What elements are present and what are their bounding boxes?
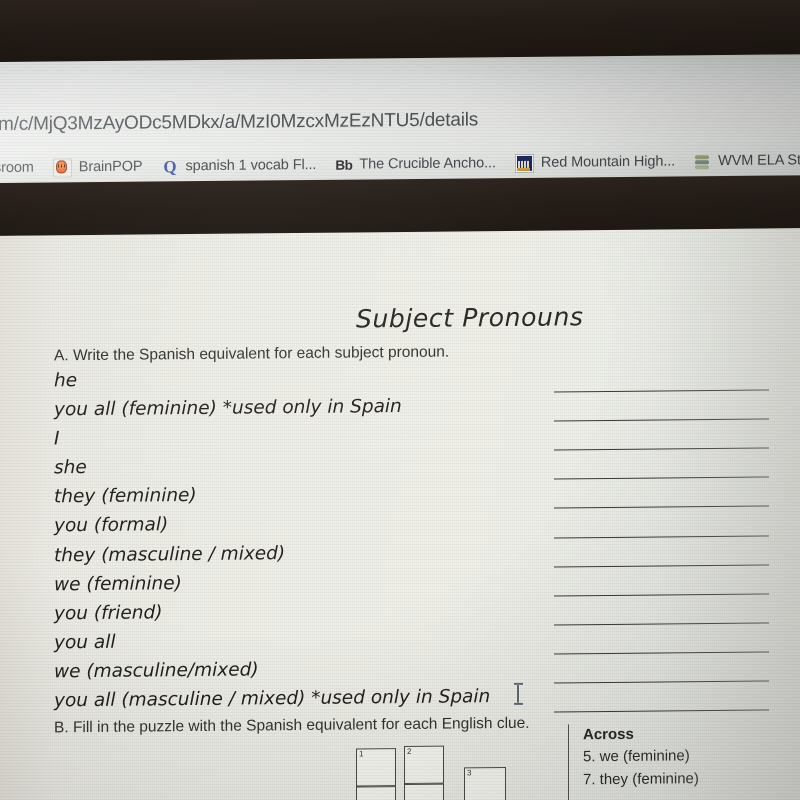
bookmark-classroom-label: sroom	[0, 159, 34, 177]
clue-item: 5. we (feminine)	[583, 747, 690, 766]
answer-line	[554, 512, 784, 543]
crossword-cell-2-below[interactable]	[404, 783, 444, 800]
clue-item: 7. they (feminine)	[583, 770, 699, 789]
crossword-cell-2[interactable]: 2	[404, 745, 444, 784]
crossword-cell-number: 1	[359, 749, 364, 759]
section-a-instruction: A. Write the Spanish equivalent for each…	[54, 343, 450, 365]
pronoun-list: he you all (feminine) *used only in Spai…	[54, 361, 574, 715]
photographed-screen: m/c/MjQ3MzAyODc5MDkx/a/MzI0MzcxMzEzNTU5/…	[0, 0, 800, 800]
answer-rule	[554, 505, 769, 510]
quizlet-icon: Q	[163, 156, 177, 176]
answer-line	[554, 599, 784, 630]
answer-rule	[554, 447, 769, 451]
answer-rule	[554, 476, 769, 480]
wvm-books-icon	[694, 153, 711, 170]
bookmark-brainpop-label: BrainPOP	[78, 158, 143, 176]
answer-rule	[554, 651, 769, 655]
crossword-cell-1-below[interactable]	[356, 786, 396, 800]
answer-rule	[554, 680, 769, 684]
crossword-cell-1[interactable]: 1	[356, 748, 396, 787]
answer-line	[554, 483, 784, 514]
bookmark-quizlet[interactable]: Q spanish 1 vocab Fl...	[155, 154, 329, 177]
page-title: Subject Pronouns	[356, 302, 584, 334]
bookmark-red-mountain[interactable]: Red Mountain High...	[509, 150, 688, 175]
crossword-cell-number: 2	[407, 746, 412, 756]
crossword-cell-3[interactable]: 3	[464, 767, 506, 800]
bookmark-blackboard[interactable]: Bb The Crucible Ancho...	[329, 153, 509, 176]
address-bar[interactable]: m/c/MjQ3MzAyODc5MDkx/a/MzI0MzcxMzEzNTU5/…	[0, 100, 800, 142]
clues-heading: Across	[583, 725, 634, 744]
answer-rule	[554, 564, 769, 568]
answer-rule	[554, 709, 769, 713]
answer-rule	[554, 535, 769, 539]
bookmark-quizlet-label: spanish 1 vocab Fl...	[185, 156, 317, 175]
url-text[interactable]: m/c/MjQ3MzAyODc5MDkx/a/MzI0MzcxMzEzNTU5/…	[0, 109, 478, 136]
bookmark-wvm-ela[interactable]: WVM ELA St	[688, 150, 800, 172]
answer-line	[554, 686, 784, 717]
bookmark-blackboard-label: The Crucible Ancho...	[359, 155, 496, 173]
bookmark-classroom[interactable]: sroom	[0, 158, 47, 179]
bookmark-wvm-ela-label: WVM ELA St	[718, 152, 800, 170]
crossword-cell-number: 3	[467, 768, 472, 778]
brainpop-icon	[52, 157, 72, 177]
answer-line	[554, 425, 784, 456]
answer-rule	[554, 418, 769, 422]
list-item: you all (masculine / mixed) *used only i…	[54, 686, 491, 712]
bookmark-brainpop[interactable]: BrainPOP	[47, 155, 156, 179]
answer-rule	[554, 389, 769, 393]
answer-line	[554, 570, 784, 601]
bookmark-red-mountain-label: Red Mountain High...	[540, 153, 676, 171]
blackboard-icon: Bb	[335, 157, 353, 173]
answer-line	[554, 541, 784, 572]
answer-line	[554, 657, 784, 688]
browser-chrome: m/c/MjQ3MzAyODc5MDkx/a/MzI0MzcxMzEzNTU5/…	[0, 54, 800, 189]
answer-line	[554, 454, 784, 485]
worksheet-page: Subject Pronouns A. Write the Spanish eq…	[0, 228, 800, 800]
answer-line	[554, 628, 784, 659]
crossword-clues: Across 5. we (feminine) 7. they (feminin…	[568, 722, 784, 800]
answer-line	[554, 395, 784, 426]
red-mountain-icon	[514, 153, 534, 173]
answer-lines	[554, 366, 784, 717]
answer-rule	[554, 593, 769, 597]
section-b-instruction: B. Fill in the puzzle with the Spanish e…	[54, 714, 530, 737]
answer-rule	[554, 622, 769, 626]
answer-line	[554, 366, 784, 397]
text-cursor-ibeam	[514, 682, 523, 705]
